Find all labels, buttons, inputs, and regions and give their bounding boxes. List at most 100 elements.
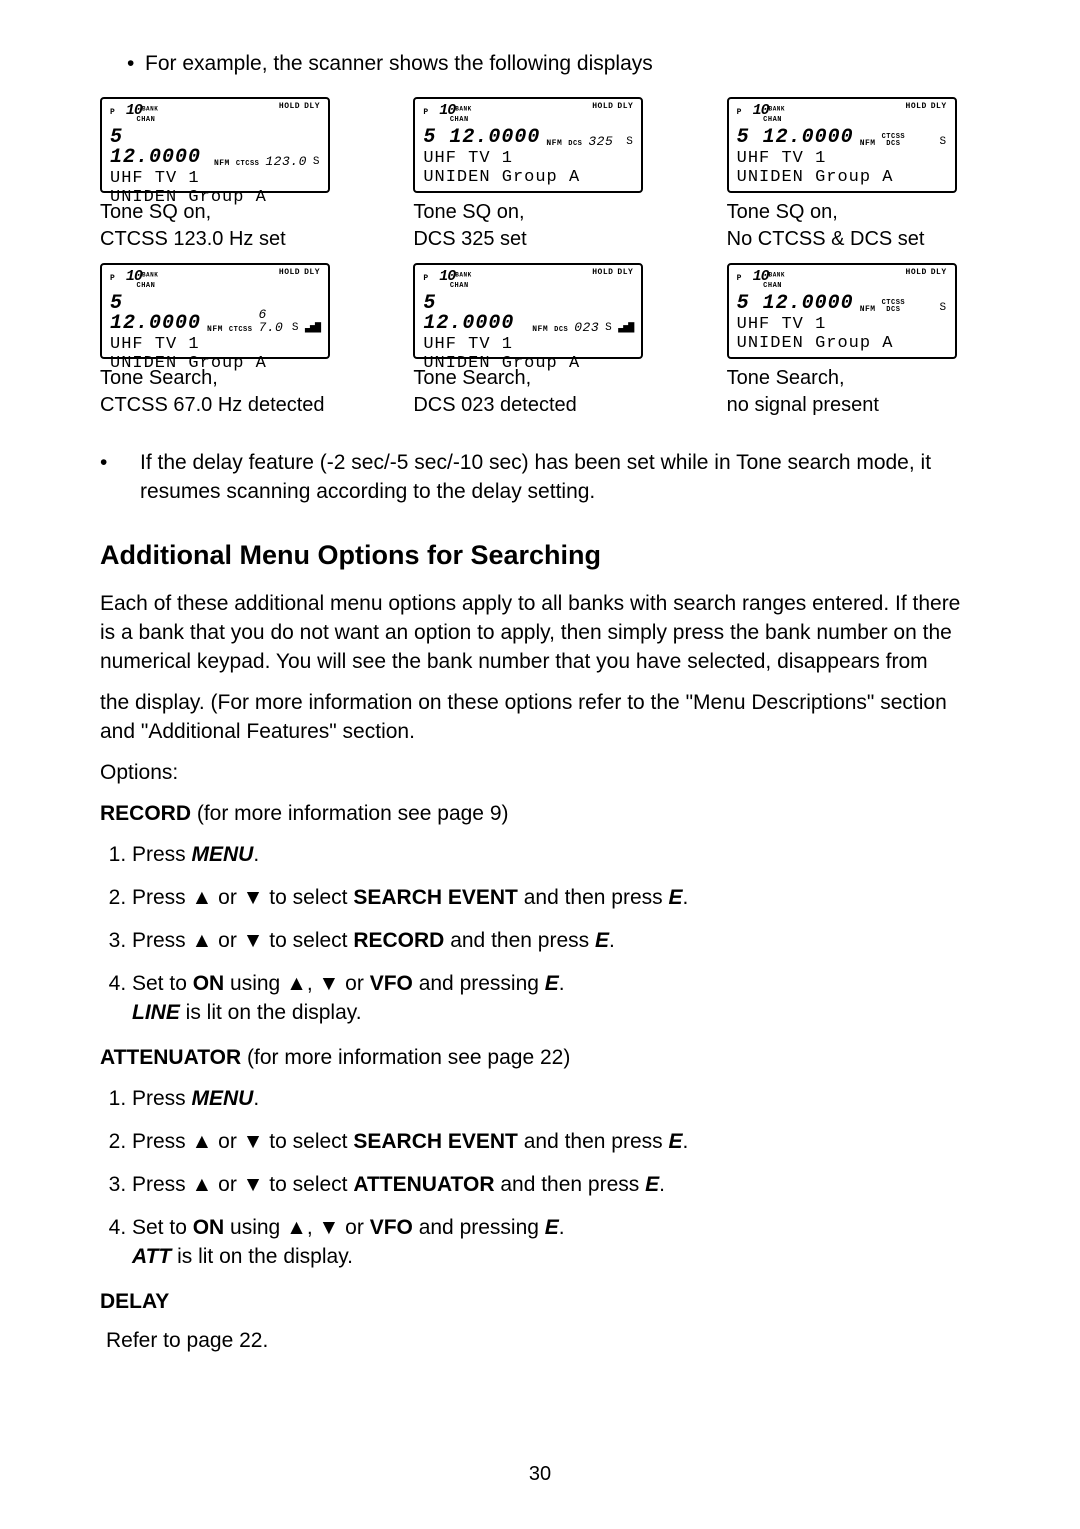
lcd-screen: P 10BANKHOLDDLYP 00CHAN5 12.0000NFMCTCSS…	[727, 97, 957, 193]
attenuator-steps: Press MENU. Press ▲ or ▼ to select SEARC…	[100, 1085, 980, 1272]
display-cell: P 10BANKHOLDDLYP 00CHAN5 12.0000NFMCTCSS…	[727, 97, 980, 253]
up-arrow-icon: ▲	[286, 1216, 307, 1239]
display-cell: P 10BANKHOLDDLYP 00CHAN5 12.0000NFMDCS32…	[413, 97, 666, 253]
display-cell: P 10BANKHOLDDLYP 00CHAN5 12.0000NFMCTCSS…	[100, 263, 353, 419]
text: and then press	[518, 886, 669, 909]
e-key: E	[645, 1173, 659, 1196]
line-indicator: LINE	[132, 1001, 180, 1024]
text: .	[559, 1216, 565, 1239]
display-caption: Tone Search,no signal present	[727, 365, 980, 419]
down-arrow-icon: ▼	[319, 972, 340, 995]
delay-note: If the delay feature (-2 sec/-5 sec/-10 …	[100, 449, 980, 507]
text: Press	[132, 843, 192, 866]
lcd-screen: P 10BANKHOLDDLYP 00CHAN5 12.0000NFMCTCSS…	[100, 263, 330, 359]
text: to select	[263, 886, 353, 909]
text: Press	[132, 929, 192, 952]
lcd-screen: P 10BANKHOLDDLYP 00CHAN5 12.0000NFMCTCSS…	[727, 263, 957, 359]
text: or	[212, 1173, 242, 1196]
delay-heading: DELAY	[100, 1288, 980, 1317]
up-arrow-icon: ▲	[192, 1130, 213, 1153]
text: using	[224, 972, 286, 995]
text: is lit on the display.	[180, 1001, 362, 1024]
text: or	[212, 1130, 242, 1153]
text: ,	[307, 1216, 319, 1239]
menu-item: SEARCH EVENT	[353, 1130, 518, 1153]
display-caption: Tone SQ on,DCS 325 set	[413, 199, 666, 253]
down-arrow-icon: ▼	[243, 929, 264, 952]
record-step-4: Set to ON using ▲, ▼ or VFO and pressing…	[132, 970, 980, 1028]
display-cell: P 10BANKHOLDDLYP 00CHAN5 12.0000NFMDCS02…	[413, 263, 666, 419]
up-arrow-icon: ▲	[286, 972, 307, 995]
vfo-key: VFO	[370, 972, 413, 995]
text: Press	[132, 1087, 192, 1110]
menu-item: SEARCH EVENT	[353, 886, 518, 909]
delay-body: Refer to page 22.	[106, 1327, 980, 1356]
text: .	[609, 929, 615, 952]
text: or	[212, 886, 242, 909]
text: and pressing	[413, 1216, 545, 1239]
attenuator-step-4: Set to ON using ▲, ▼ or VFO and pressing…	[132, 1214, 980, 1272]
vfo-key: VFO	[370, 1216, 413, 1239]
lcd-screen: P 10BANKHOLDDLYP 00CHAN5 12.0000NFMDCS02…	[413, 263, 643, 359]
record-heading-note: (for more information see page 9)	[191, 802, 508, 825]
attenuator-heading-label: ATTENUATOR	[100, 1046, 241, 1069]
down-arrow-icon: ▼	[243, 1130, 264, 1153]
text: .	[683, 1130, 689, 1153]
text: .	[559, 972, 565, 995]
text: using	[224, 1216, 286, 1239]
text: and then press	[444, 929, 595, 952]
record-step-3: Press ▲ or ▼ to select RECORD and then p…	[132, 927, 980, 956]
e-key: E	[668, 886, 682, 909]
section-intro-b: the display. (For more information on th…	[100, 689, 980, 747]
display-cell: P 10BANKHOLDDLYP 00CHAN5 12.0000NFMCTCSS…	[727, 263, 980, 419]
on-value: ON	[193, 972, 225, 995]
att-indicator: ATT	[132, 1245, 171, 1268]
record-heading-label: RECORD	[100, 802, 191, 825]
text: Set to	[132, 1216, 193, 1239]
display-caption: Tone Search,DCS 023 detected	[413, 365, 666, 419]
up-arrow-icon: ▲	[192, 1173, 213, 1196]
text: .	[683, 886, 689, 909]
text: is lit on the display.	[171, 1245, 353, 1268]
text: or	[339, 1216, 369, 1239]
text: or	[339, 972, 369, 995]
section-intro-a: Each of these additional menu options ap…	[100, 590, 980, 677]
attenuator-step-1: Press MENU.	[132, 1085, 980, 1114]
record-steps: Press MENU. Press ▲ or ▼ to select SEARC…	[100, 841, 980, 1028]
up-arrow-icon: ▲	[192, 929, 213, 952]
menu-key: MENU	[192, 843, 254, 866]
text: to select	[263, 1173, 353, 1196]
record-heading: RECORD (for more information see page 9)	[100, 800, 980, 829]
lcd-screen: P 10BANKHOLDDLYP 00CHAN5 12.0000NFMCTCSS…	[100, 97, 330, 193]
text: and pressing	[413, 972, 545, 995]
text: Press	[132, 886, 192, 909]
attenuator-step-3: Press ▲ or ▼ to select ATTENUATOR and th…	[132, 1171, 980, 1200]
e-key: E	[545, 972, 559, 995]
e-key: E	[595, 929, 609, 952]
menu-item: ATTENUATOR	[353, 1173, 494, 1196]
attenuator-step-2: Press ▲ or ▼ to select SEARCH EVENT and …	[132, 1128, 980, 1157]
up-arrow-icon: ▲	[192, 886, 213, 909]
options-label: Options:	[100, 759, 980, 788]
display-caption: Tone SQ on,No CTCSS & DCS set	[727, 199, 980, 253]
page-number: 30	[0, 1461, 1080, 1489]
attenuator-heading: ATTENUATOR (for more information see pag…	[100, 1044, 980, 1073]
attenuator-heading-note: (for more information see page 22)	[241, 1046, 570, 1069]
text: to select	[263, 1130, 353, 1153]
on-value: ON	[193, 1216, 225, 1239]
display-caption: Tone SQ on,CTCSS 123.0 Hz set	[100, 199, 353, 253]
section-title: Additional Menu Options for Searching	[100, 537, 980, 574]
text: .	[659, 1173, 665, 1196]
text: .	[253, 1087, 259, 1110]
down-arrow-icon: ▼	[319, 1216, 340, 1239]
display-cell: P 10BANKHOLDDLYP 00CHAN5 12.0000NFMCTCSS…	[100, 97, 353, 253]
intro-bullet: For example, the scanner shows the follo…	[145, 50, 980, 79]
text: Set to	[132, 972, 193, 995]
menu-item: RECORD	[353, 929, 444, 952]
down-arrow-icon: ▼	[243, 886, 264, 909]
down-arrow-icon: ▼	[243, 1173, 264, 1196]
record-step-1: Press MENU.	[132, 841, 980, 870]
menu-key: MENU	[192, 1087, 254, 1110]
e-key: E	[668, 1130, 682, 1153]
text: to select	[263, 929, 353, 952]
